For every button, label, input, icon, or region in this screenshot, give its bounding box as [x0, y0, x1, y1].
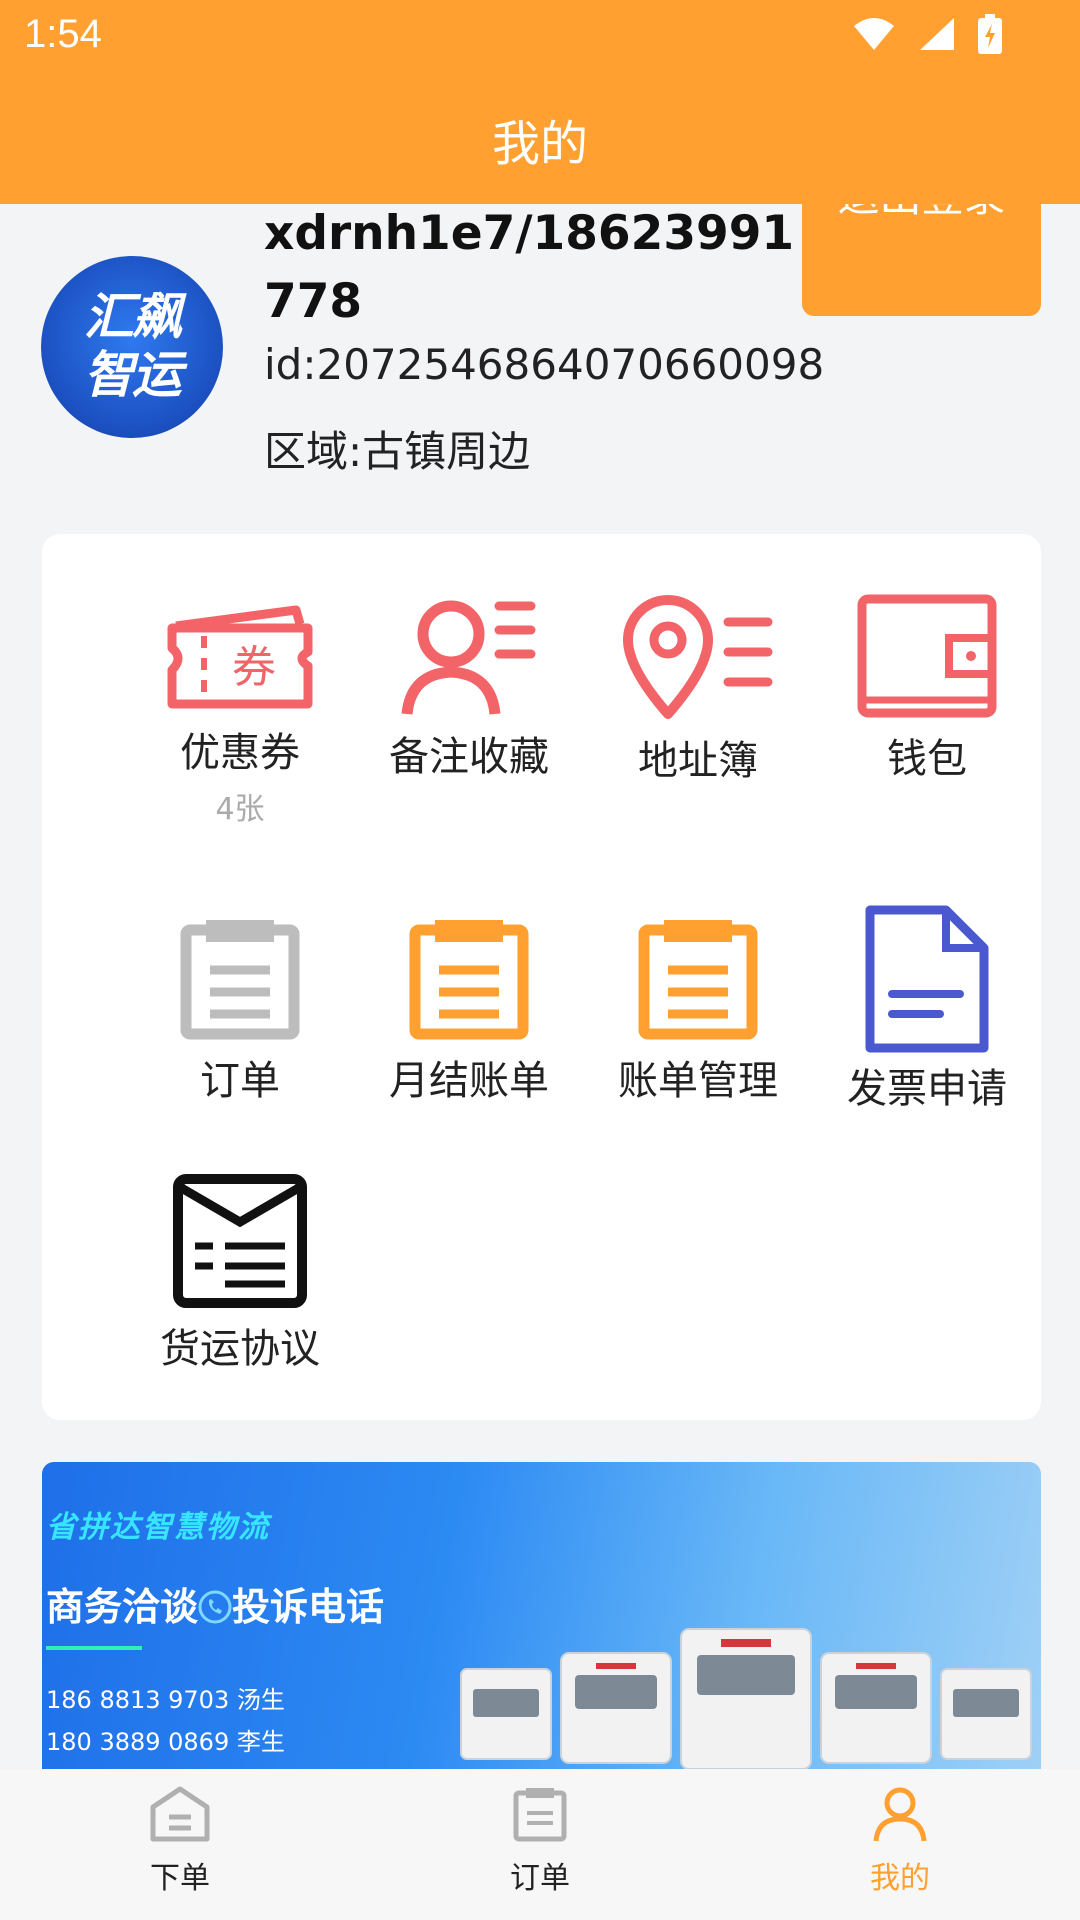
app-header: 1:54 我的: [0, 0, 1080, 204]
signal-icon: [920, 18, 954, 50]
address-label: 地址簿: [638, 738, 758, 784]
menu-item-wallet[interactable]: 钱包: [812, 594, 1042, 784]
menu-card: 券 优惠券 4张 备注收藏 地址簿 钱包 订单 月结账单 账单管理 发票申请 货…: [42, 534, 1041, 1420]
trucks-illustration: [460, 1628, 1032, 1769]
logout-button[interactable]: 退出登录: [802, 204, 1041, 316]
invoice-label: 发票申请: [847, 1066, 1007, 1112]
wifi-icon: [854, 18, 894, 50]
battery-icon: [978, 14, 1002, 54]
menu-item-address[interactable]: 地址簿: [583, 592, 813, 786]
banner-complaint-label: 投诉电话: [232, 1585, 385, 1629]
menu-item-bill-management[interactable]: 账单管理: [583, 916, 813, 1106]
bottom-nav: 下单 订单 我的: [0, 1769, 1080, 1920]
menu-item-agreement[interactable]: 货运协议: [125, 1174, 355, 1374]
phone-icon: [198, 1590, 232, 1624]
coupon-label: 优惠券: [180, 730, 300, 776]
menu-item-monthly-bill[interactable]: 月结账单: [354, 916, 584, 1106]
logout-label: 退出登录: [802, 204, 1041, 245]
user-name: xdrnh1e7/18623991778: [264, 206, 795, 329]
menu-item-favorites[interactable]: 备注收藏: [354, 592, 584, 782]
orders-label: 订单: [200, 1058, 280, 1104]
user-region: 区域:古镇周边: [264, 427, 531, 476]
nav-label-orders: 订单: [510, 1861, 570, 1896]
menu-item-coupon[interactable]: 券 优惠券 4张: [125, 596, 355, 828]
banner-phone-2: 180 3889 0869 李生: [46, 1728, 285, 1756]
home-icon: [150, 1786, 210, 1842]
agreement-icon: [173, 1174, 307, 1308]
banner-business-label: 商务洽谈: [46, 1585, 199, 1629]
svg-text:券: 券: [232, 642, 276, 693]
banner-divider: [46, 1646, 142, 1650]
banner-slogan: 省拼达智慧物流: [46, 1510, 270, 1545]
menu-item-orders[interactable]: 订单: [125, 916, 355, 1106]
promo-banner[interactable]: 省拼达智慧物流 商务洽谈 投诉电话 186 8813 9703 汤生 180 38…: [42, 1462, 1041, 1769]
nav-tab-place-order[interactable]: 下单: [80, 1785, 280, 1897]
monthly-bill-label: 月结账单: [389, 1058, 549, 1104]
coupon-icon: 券: [167, 605, 313, 709]
location-list-icon: [623, 595, 773, 719]
wallet-icon: [857, 594, 997, 718]
avatar: 汇飙智运: [41, 256, 223, 438]
document-icon: [865, 905, 989, 1053]
avatar-logo-text: 汇飙智运: [84, 288, 182, 404]
nav-label-place-order: 下单: [150, 1861, 210, 1896]
user-list-icon: [401, 600, 536, 715]
user-id: id:2072546864070660098: [264, 340, 825, 389]
wallet-label: 钱包: [887, 736, 967, 782]
page-title: 我的: [491, 116, 588, 172]
clipboard-icon: [409, 920, 529, 1040]
clipboard-icon: [513, 1788, 567, 1842]
clipboard-icon: [638, 920, 758, 1040]
nav-tab-orders[interactable]: 订单: [440, 1785, 640, 1897]
banner-phone-1: 186 8813 9703 汤生: [46, 1686, 285, 1714]
user-icon: [873, 1787, 927, 1842]
nav-label-mine: 我的: [870, 1861, 930, 1896]
coupon-count: 4张: [215, 792, 265, 827]
clipboard-icon: [180, 920, 300, 1040]
banner-headline: 商务洽谈 投诉电话: [46, 1576, 384, 1631]
menu-item-invoice[interactable]: 发票申请: [812, 904, 1042, 1114]
agreement-label: 货运协议: [160, 1326, 320, 1372]
status-time: 1:54: [24, 12, 102, 56]
favorites-label: 备注收藏: [389, 734, 549, 780]
nav-tab-mine[interactable]: 我的: [800, 1785, 1000, 1897]
bill-management-label: 账单管理: [618, 1058, 778, 1104]
status-icons: [852, 14, 1002, 54]
